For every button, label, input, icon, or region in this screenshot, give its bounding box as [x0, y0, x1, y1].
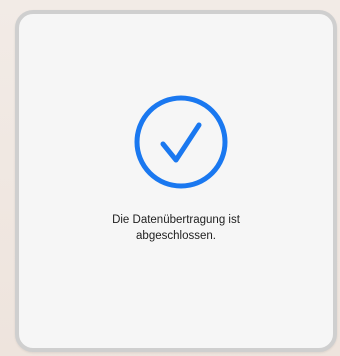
transfer-complete-dialog: Die Datenübertragung ist abgeschlossen. — [15, 10, 337, 352]
completion-message: Die Datenübertragung ist abgeschlossen. — [19, 212, 333, 244]
completion-message-line-2: abgeschlossen. — [136, 230, 216, 242]
completion-message-line-1: Die Datenübertragung ist — [112, 214, 240, 226]
checkmark-circle-icon — [133, 94, 229, 190]
